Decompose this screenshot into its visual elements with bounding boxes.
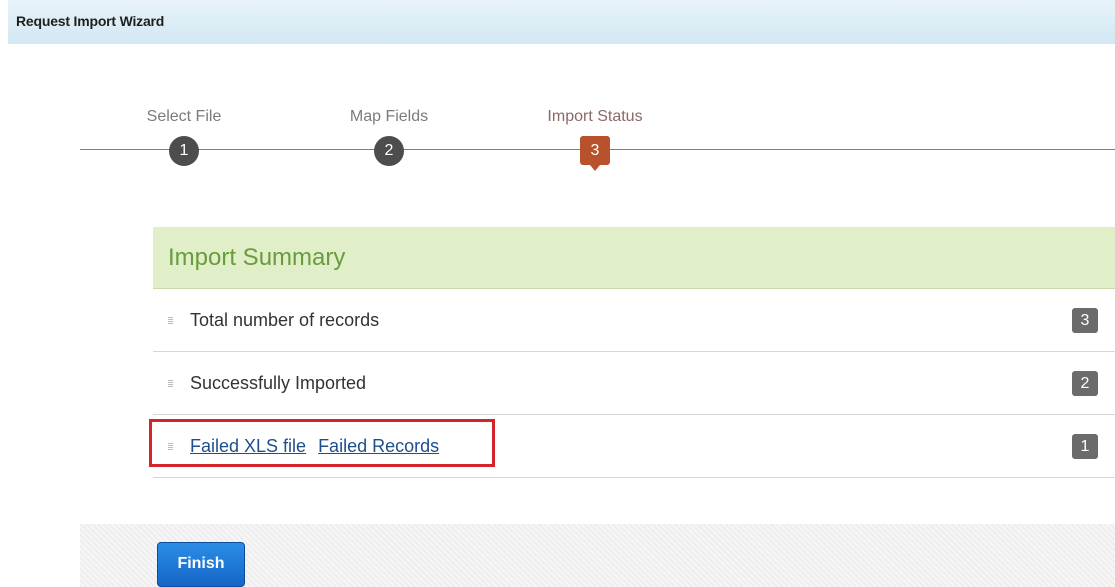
count-badge: 1 xyxy=(1072,434,1098,459)
wizard-footer: Finish xyxy=(80,524,1115,587)
step-number-badge-active: 3 xyxy=(580,136,610,171)
row-bullet-icon xyxy=(168,380,173,388)
summary-title: Import Summary xyxy=(168,244,346,271)
step-label: Map Fields xyxy=(349,108,429,125)
step-number-badge: 1 xyxy=(169,136,199,166)
import-summary-panel: Import Summary Total number of records 3… xyxy=(149,227,1115,478)
summary-header: Import Summary xyxy=(153,227,1115,289)
summary-row-total: Total number of records 3 xyxy=(153,289,1115,352)
row-label: Successfully Imported xyxy=(190,373,367,393)
title-bar: Request Import Wizard xyxy=(8,0,1115,44)
wizard-step-map-fields[interactable]: Map Fields 2 xyxy=(319,107,459,166)
failed-records-link[interactable]: Failed Records xyxy=(318,436,439,456)
step-label: Select File xyxy=(146,108,222,125)
finish-button[interactable]: Finish xyxy=(157,542,245,587)
count-badge: 3 xyxy=(1072,308,1098,333)
row-bullet-icon xyxy=(168,317,173,325)
step-number-badge: 2 xyxy=(374,136,404,166)
summary-row-imported: Successfully Imported 2 xyxy=(153,352,1115,415)
row-label: Total number of records xyxy=(190,310,380,330)
failed-links: Failed XLS file Failed Records xyxy=(190,436,439,457)
failed-xls-file-link[interactable]: Failed XLS file xyxy=(190,436,306,456)
window-title: Request Import Wizard xyxy=(16,13,165,29)
wizard-step-import-status[interactable]: Import Status 3 xyxy=(525,107,665,171)
row-bullet-icon xyxy=(168,443,173,451)
count-badge: 2 xyxy=(1072,371,1098,396)
wizard-step-select-file[interactable]: Select File 1 xyxy=(114,107,254,166)
step-label: Import Status xyxy=(547,108,643,125)
summary-row-failed: Failed XLS file Failed Records 1 xyxy=(149,415,1115,478)
